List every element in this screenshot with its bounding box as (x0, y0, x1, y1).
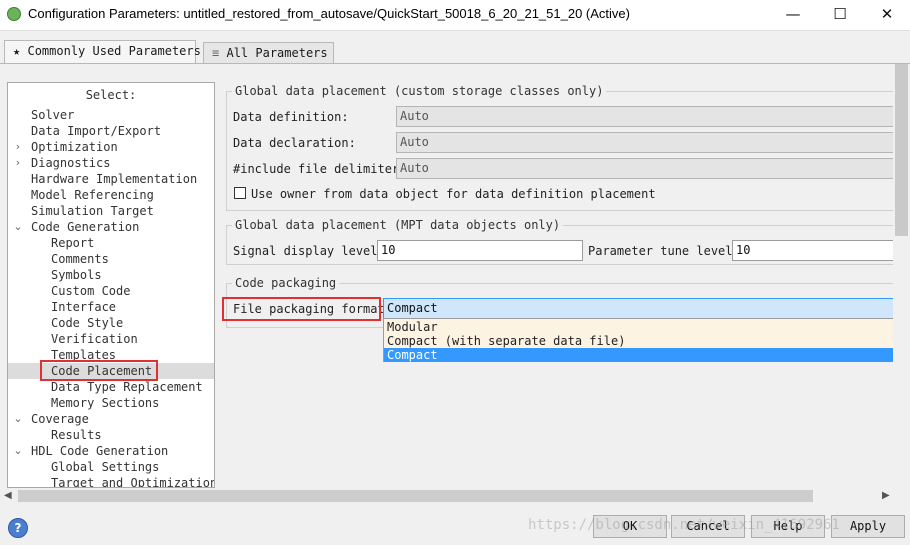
highlight-box (222, 297, 381, 321)
tree-item-diagnostics[interactable]: Diagnostics (31, 155, 110, 171)
tree-item-interface[interactable]: Interface (51, 299, 116, 315)
tree-item-data-import-export[interactable]: Data Import/Export (31, 123, 161, 139)
vertical-scroll-thumb[interactable] (895, 64, 908, 236)
tree-item-model-referencing[interactable]: Model Referencing (31, 187, 154, 203)
tree-item-label: Results (51, 428, 102, 442)
collapse-chevron-icon[interactable]: ⌄ (13, 444, 23, 457)
simulink-app-icon (7, 7, 21, 21)
tree-item-label: Symbols (51, 268, 102, 282)
tree-item-label: Target and Optimizations (51, 476, 215, 488)
tree-header: Select: (85, 88, 137, 102)
maximize-button[interactable]: ☐ (817, 0, 863, 30)
file-packaging-format-dropdown[interactable]: Compact (383, 298, 895, 319)
data-declaration-label: Data declaration: (233, 136, 356, 150)
scroll-left-arrow-icon[interactable]: ◀ (4, 490, 12, 501)
window-title: Configuration Parameters: untitled_resto… (28, 6, 630, 21)
data-definition-label: Data definition: (233, 110, 349, 124)
expand-chevron-icon[interactable]: › (13, 140, 23, 153)
collapse-chevron-icon[interactable]: ⌄ (13, 220, 23, 233)
tree-item-label: Solver (31, 108, 75, 122)
horizontal-scroll-thumb[interactable] (18, 490, 813, 502)
tree-item-label: Coverage (31, 412, 89, 426)
tree-item-label: Model Referencing (31, 188, 154, 202)
file-packaging-format-options[interactable]: Modular Compact (with separate data file… (383, 318, 910, 362)
option-compact[interactable]: Compact (384, 348, 909, 362)
parameters-panel: Global data placement (custom storage cl… (222, 64, 895, 488)
tree-item-comments[interactable]: Comments (51, 251, 109, 267)
tree-item-label: HDL Code Generation (31, 444, 169, 458)
tree-item-report[interactable]: Report (51, 235, 94, 251)
star-icon: ★ (13, 44, 21, 58)
help-icon[interactable]: ? (8, 518, 28, 538)
tree-item-label: Diagnostics (31, 156, 111, 170)
tree-item-solver[interactable]: Solver (31, 107, 74, 123)
tree-item-label: Comments (51, 252, 109, 266)
option-compact-separate-data[interactable]: Compact (with separate data file) (384, 334, 909, 348)
tree-item-label: Custom Code (51, 284, 131, 298)
tree-item-label: Code Generation (31, 220, 140, 234)
minimize-button[interactable]: — (770, 0, 816, 30)
tree-item-label: Global Settings (51, 460, 160, 474)
tab-commonly-used-parameters[interactable]: ★ Commonly Used Parameters (4, 40, 201, 64)
signal-display-level-label: Signal display level: (233, 244, 385, 258)
tree-item-code-style[interactable]: Code Style (51, 315, 123, 331)
data-declaration-dropdown[interactable]: Auto (396, 132, 895, 153)
tree-item-label: Simulation Target (31, 204, 154, 218)
tree-item-hdl-code-generation[interactable]: HDL Code Generation (31, 443, 168, 459)
tree-item-memory-sections[interactable]: Memory Sections (51, 395, 159, 411)
tab-all-parameters[interactable]: ≡ All Parameters (203, 42, 334, 64)
data-definition-dropdown[interactable]: Auto (396, 106, 895, 127)
tree-item-hardware-implementation[interactable]: Hardware Implementation (31, 171, 197, 187)
list-icon: ≡ (212, 46, 220, 60)
tree-item-label: Interface (51, 300, 117, 314)
tree-item-label: Optimization (31, 140, 118, 154)
include-delimiter-label: #include file delimiter: (233, 162, 407, 176)
tree-item-label: Memory Sections (51, 396, 160, 410)
tree-item-target-and-optimizations[interactable]: Target and Optimizations (51, 475, 215, 488)
collapse-chevron-icon[interactable]: ⌄ (13, 412, 23, 425)
tree-item-optimization[interactable]: Optimization (31, 139, 118, 155)
tree-item-global-settings[interactable]: Global Settings (51, 459, 159, 475)
parameter-tune-level-label: Parameter tune level: (588, 244, 740, 258)
tree-item-simulation-target[interactable]: Simulation Target (31, 203, 154, 219)
tree-item-code-generation[interactable]: Code Generation (31, 219, 139, 235)
title-bar: Configuration Parameters: untitled_resto… (0, 0, 910, 31)
tree-item-results[interactable]: Results (51, 427, 102, 443)
group-title-custom-storage: Global data placement (custom storage cl… (232, 84, 607, 98)
tree-item-symbols[interactable]: Symbols (51, 267, 102, 283)
watermark-text: https://blog.csdn.net/weixin_41692961 (528, 517, 840, 533)
group-title-mpt: Global data placement (MPT data objects … (232, 218, 564, 232)
owner-checkbox-label: Use owner from data object for data defi… (251, 187, 656, 201)
highlight-box (40, 360, 158, 381)
owner-checkbox[interactable] (234, 187, 246, 199)
signal-display-level-input[interactable]: 10 (377, 240, 583, 261)
tree-item-label: Hardware Implementation (31, 172, 198, 186)
tree-item-custom-code[interactable]: Custom Code (51, 283, 130, 299)
category-tree[interactable]: Select: Solver Data Import/Export Optimiza… (7, 82, 215, 488)
expand-chevron-icon[interactable]: › (13, 156, 23, 169)
close-button[interactable]: ✕ (864, 0, 910, 30)
parameter-tune-level-input[interactable]: 10 (732, 240, 895, 261)
tree-item-label: Code Style (51, 316, 124, 330)
tree-item-label: Data Type Replacement (51, 380, 203, 394)
tree-item-label: Verification (51, 332, 138, 346)
tree-item-label: Data Import/Export (31, 124, 162, 138)
tree-item-data-type-replacement[interactable]: Data Type Replacement (51, 379, 203, 395)
scroll-right-arrow-icon[interactable]: ▶ (882, 490, 890, 501)
tab-label: All Parameters (226, 46, 328, 60)
tree-item-verification[interactable]: Verification (51, 331, 138, 347)
apply-button[interactable]: Apply (831, 515, 905, 538)
option-modular[interactable]: Modular (384, 320, 909, 334)
tree-item-coverage[interactable]: Coverage (31, 411, 89, 427)
tab-label: Commonly Used Parameters (27, 44, 201, 58)
tree-item-label: Report (51, 236, 95, 250)
include-delimiter-dropdown[interactable]: Auto (396, 158, 895, 179)
group-title-code-packaging: Code packaging (232, 276, 340, 290)
